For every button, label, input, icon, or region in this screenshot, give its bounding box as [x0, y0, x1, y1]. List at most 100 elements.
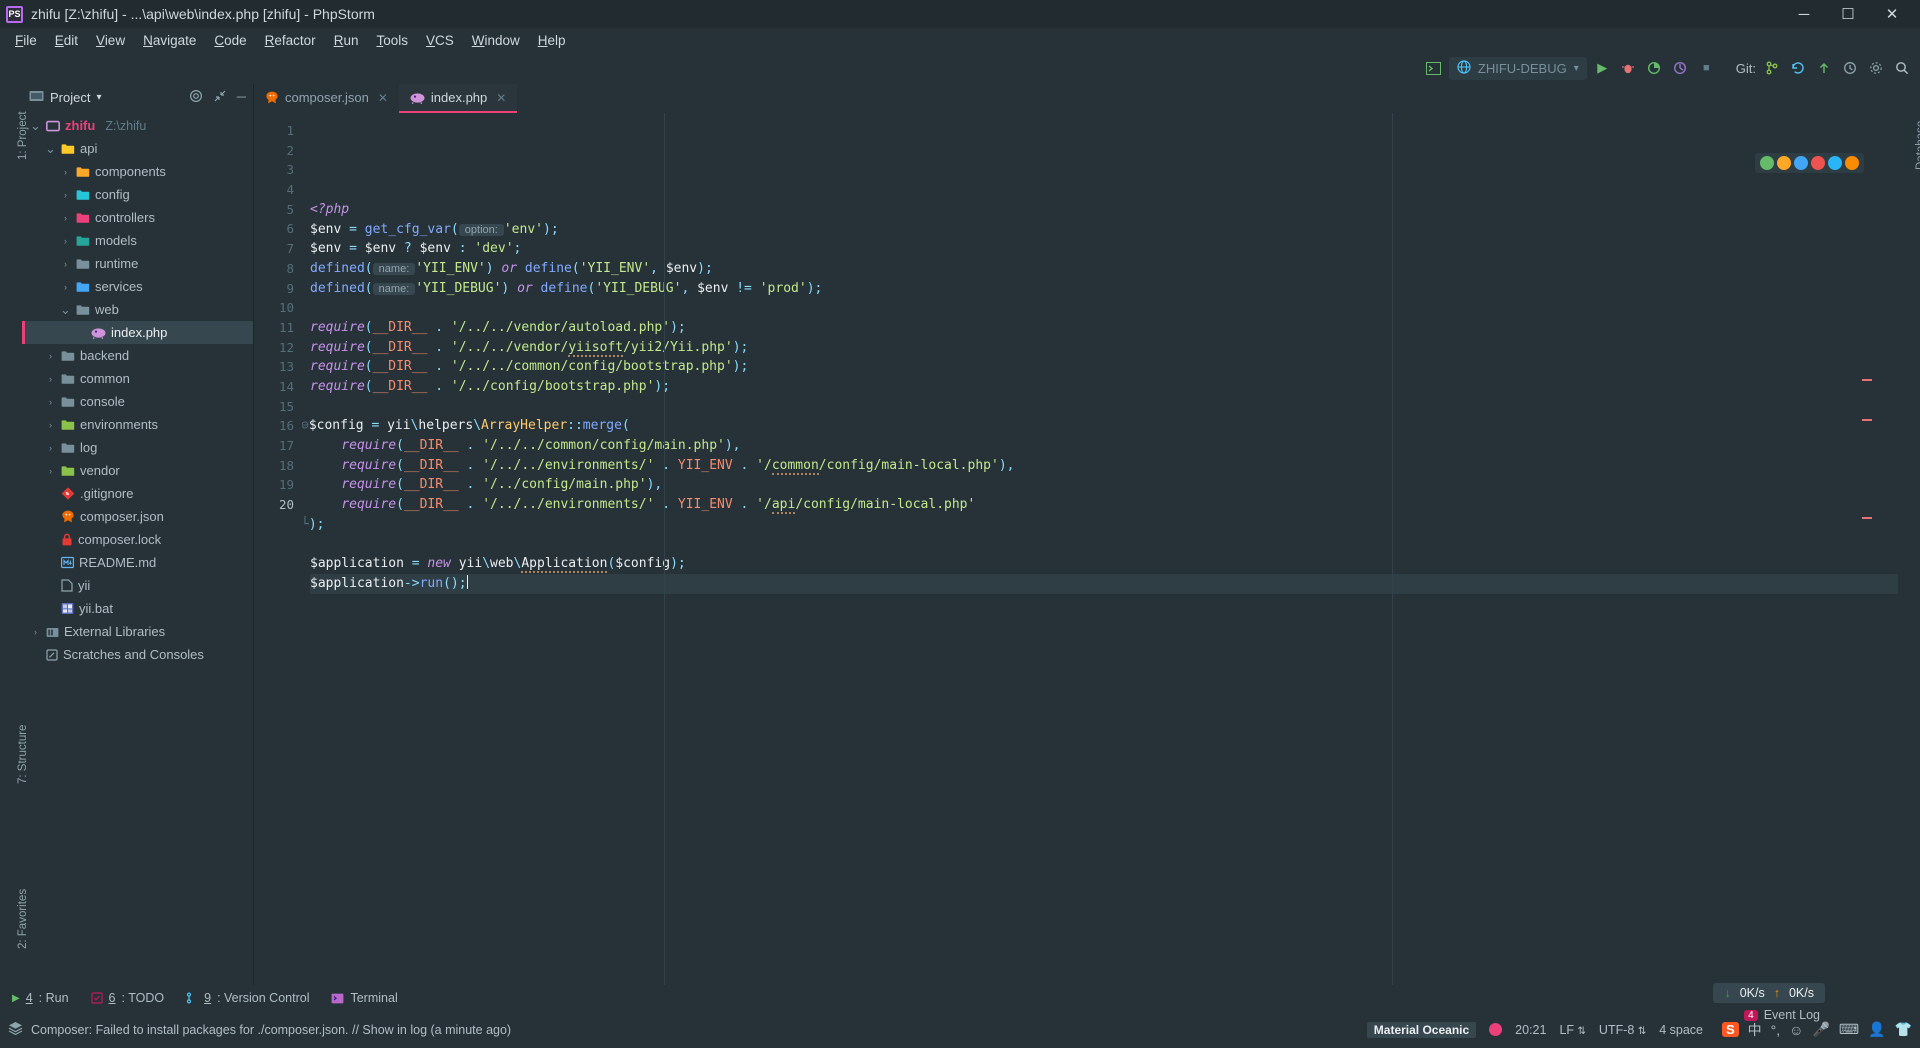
tree-item[interactable]: › services — [22, 275, 253, 298]
menu-item-vcs[interactable]: VCS — [417, 30, 463, 51]
tree-item[interactable]: › vendor — [22, 459, 253, 482]
menu-item-edit[interactable]: Edit — [46, 30, 87, 51]
menu-item-tools[interactable]: Tools — [367, 30, 417, 51]
debug-icon[interactable] — [1618, 58, 1639, 79]
editor-tab-composer-json[interactable]: composer.json ✕ — [254, 84, 399, 113]
theme-badge[interactable]: Material Oceanic — [1366, 1021, 1477, 1038]
tree-item-selected[interactable]: index.php — [22, 321, 253, 344]
status-message[interactable]: Composer: Failed to install packages for… — [8, 1021, 511, 1038]
code-line[interactable]: └); — [302, 515, 1898, 535]
menu-item-view[interactable]: View — [87, 30, 134, 51]
code-line[interactable] — [310, 397, 1898, 417]
code-line[interactable]: require(__DIR__ . '/../../vendor/autoloa… — [310, 318, 1898, 338]
error-marker[interactable] — [1862, 419, 1872, 421]
tray-icon-1[interactable]: 中 — [1748, 1020, 1762, 1040]
tree-expand-arrow[interactable]: › — [60, 259, 71, 269]
run-button[interactable]: ▶ — [1592, 58, 1613, 79]
tree-item[interactable]: yii — [22, 574, 253, 597]
browser-launch-icon-3[interactable] — [1811, 156, 1825, 170]
tree-item[interactable]: › common — [22, 367, 253, 390]
code-line[interactable]: require(__DIR__ . '/../../vendor/yiisoft… — [310, 338, 1898, 358]
tree-item[interactable]: › External Libraries — [22, 620, 253, 643]
search-icon[interactable] — [1891, 58, 1912, 79]
tree-expand-arrow[interactable]: › — [60, 282, 71, 292]
menu-item-navigate[interactable]: Navigate — [134, 30, 205, 51]
error-marker[interactable] — [1862, 379, 1872, 381]
tab-close-icon[interactable]: ✕ — [378, 91, 388, 105]
tree-item[interactable]: › runtime — [22, 252, 253, 275]
tray-icon-2[interactable]: °, — [1771, 1022, 1781, 1038]
tool-window-run[interactable]: ▶ 4: Run — [12, 991, 69, 1005]
encoding-selector[interactable]: UTF-8 ⇅ — [1599, 1023, 1646, 1037]
tab-close-icon[interactable]: ✕ — [496, 91, 506, 105]
code-line[interactable]: defined( name: 'YII_DEBUG') or define('Y… — [310, 279, 1898, 299]
tree-item[interactable]: Scratches and Consoles — [22, 643, 253, 666]
code-line[interactable]: $env = $env ? $env : 'dev'; — [310, 239, 1898, 259]
tree-expand-arrow[interactable]: › — [30, 627, 41, 637]
settings-gear-icon[interactable] — [1865, 58, 1886, 79]
code-line[interactable]: $env = get_cfg_var( option: 'env'); — [310, 220, 1898, 240]
branch-icon[interactable] — [1761, 58, 1782, 79]
browser-launch-icon-4[interactable] — [1828, 156, 1842, 170]
tree-expand-arrow[interactable]: › — [45, 351, 56, 361]
editor-tab-index-php[interactable]: index.php ✕ — [398, 84, 518, 113]
tree-item[interactable]: README.md — [22, 551, 253, 574]
code-line[interactable]: require(__DIR__ . '/../../environments/'… — [310, 456, 1898, 476]
code-content[interactable]: <?php $env = get_cfg_var( option: 'env');… — [302, 113, 1898, 985]
minimize-button[interactable]: ─ — [1782, 0, 1826, 28]
tray-icon-7[interactable]: 👕 — [1895, 1021, 1912, 1038]
tree-item[interactable]: composer.lock — [22, 528, 253, 551]
error-marker[interactable] — [1862, 517, 1872, 519]
collapse-all-icon[interactable] — [213, 89, 227, 106]
tree-expand-arrow[interactable]: ⌄ — [60, 302, 71, 318]
menu-item-refactor[interactable]: Refactor — [256, 30, 325, 51]
hide-panel-icon[interactable]: ─ — [237, 89, 246, 106]
browser-launch-icon-1[interactable] — [1777, 156, 1791, 170]
coverage-icon[interactable] — [1644, 58, 1665, 79]
tray-icon-4[interactable]: 🎤 — [1812, 1021, 1829, 1038]
tree-expand-arrow[interactable]: ⌄ — [45, 141, 56, 157]
rail-project-label[interactable]: 1: Project — [17, 111, 29, 160]
tool-window-versioncontrol[interactable]: 9: Version Control — [186, 991, 309, 1005]
tree-item[interactable]: › environments — [22, 413, 253, 436]
tree-item[interactable]: › controllers — [22, 206, 253, 229]
tree-expand-arrow[interactable]: › — [45, 443, 56, 453]
push-icon[interactable] — [1813, 58, 1834, 79]
tree-expand-arrow[interactable]: › — [60, 213, 71, 223]
code-line[interactable]: $application = new yii\web\Application($… — [310, 554, 1898, 574]
code-line[interactable] — [310, 298, 1898, 318]
tree-item[interactable]: ⌄ web — [22, 298, 253, 321]
line-separator-selector[interactable]: LF ⇅ — [1559, 1023, 1585, 1037]
indent-selector[interactable]: 4 space — [1659, 1023, 1703, 1037]
run-configuration-selector[interactable]: ZHIFU-DEBUG ▾ — [1448, 56, 1587, 80]
code-line[interactable]: require(__DIR__ . '/../config/main.php')… — [310, 475, 1898, 495]
menu-item-help[interactable]: Help — [529, 30, 575, 51]
menu-item-file[interactable]: File — [6, 30, 46, 51]
tray-icon-6[interactable]: 👤 — [1868, 1021, 1885, 1038]
rail-database-label[interactable]: Database — [1915, 121, 1920, 170]
code-line[interactable]: $application->run(); — [310, 573, 1898, 594]
update-icon[interactable] — [1787, 58, 1808, 79]
code-line[interactable] — [310, 535, 1898, 555]
target-icon[interactable] — [189, 89, 203, 106]
browser-launch-icon-0[interactable] — [1760, 156, 1774, 170]
tree-item[interactable]: › backend — [22, 344, 253, 367]
tree-expand-arrow[interactable]: ⌄ — [30, 118, 41, 134]
browser-launch-icon-5[interactable] — [1845, 156, 1859, 170]
code-line[interactable]: defined( name: 'YII_ENV') or define('YII… — [310, 259, 1898, 279]
code-line[interactable]: require(__DIR__ . '/../config/bootstrap.… — [310, 377, 1898, 397]
chevron-down-icon[interactable]: ▾ — [96, 92, 101, 103]
menu-item-window[interactable]: Window — [463, 30, 529, 51]
code-line[interactable]: ⊖$config = yii\helpers\ArrayHelper::merg… — [302, 416, 1898, 436]
history-icon[interactable] — [1839, 58, 1860, 79]
tree-item[interactable]: .gitignore — [22, 482, 253, 505]
code-line[interactable]: require(__DIR__ . '/../../common/config/… — [310, 436, 1898, 456]
close-button[interactable]: ✕ — [1870, 0, 1914, 28]
menu-item-run[interactable]: Run — [325, 30, 368, 51]
tree-expand-arrow[interactable]: › — [60, 236, 71, 246]
tree-item[interactable]: ⌄ api — [22, 137, 253, 160]
code-area-wrapper[interactable]: 1 2 3 4 5 6 7 8 9 10 11 12 13 14 15 16 17 18 19 20 <?php $en… — [254, 113, 1898, 985]
tree-expand-arrow[interactable]: › — [45, 466, 56, 476]
tray-icon-0[interactable]: S — [1722, 1022, 1739, 1037]
code-line[interactable]: require(__DIR__ . '/../../common/config/… — [310, 357, 1898, 377]
